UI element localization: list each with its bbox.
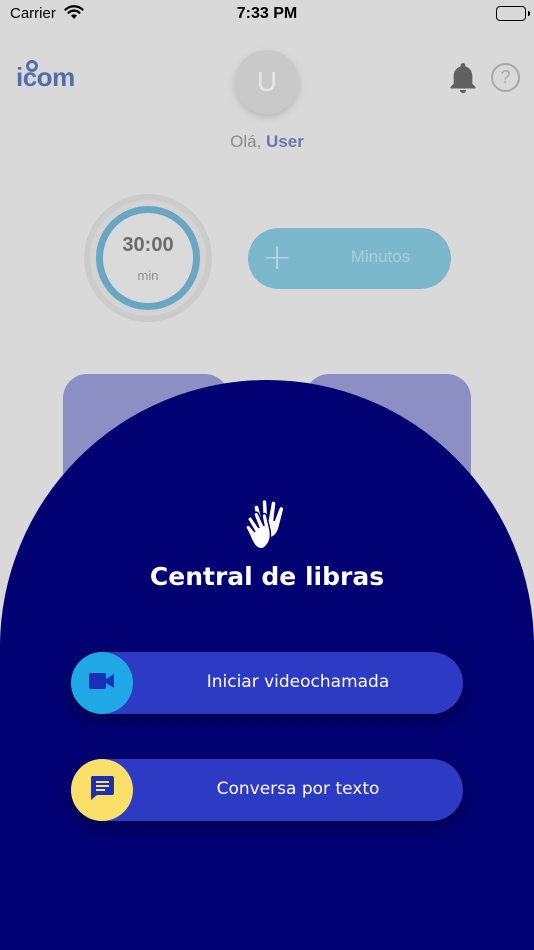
help-icon[interactable]: ? <box>491 63 520 92</box>
timer-value: 30:00 <box>122 234 174 256</box>
user-avatar[interactable]: U <box>235 50 299 114</box>
sign-language-hands-icon <box>244 498 290 552</box>
app-logo: icom <box>16 60 75 93</box>
user-name: User <box>266 132 304 151</box>
avatar-initial: U <box>256 66 278 97</box>
battery-icon <box>496 6 530 21</box>
logo-text: icom <box>16 62 75 92</box>
chat-bubble <box>71 759 133 821</box>
timer-unit: min <box>137 268 159 283</box>
add-minutes-label: Minutos <box>350 247 411 266</box>
add-minutes-button[interactable]: + Minutos <box>248 228 451 289</box>
greeting-prefix: Olá, <box>230 132 262 151</box>
text-chat-label: Conversa por texto <box>216 779 380 799</box>
text-chat-button[interactable]: Conversa por texto <box>71 759 463 821</box>
start-video-call-label: Iniciar videochamada <box>206 672 390 692</box>
start-video-call-button[interactable]: Iniciar videochamada <box>71 652 463 714</box>
video-camera-icon <box>89 672 115 694</box>
status-time: 7:33 PM <box>236 5 298 22</box>
status-bar: Carrier 7:33 PM <box>0 0 534 28</box>
sheet-title: Central de libras <box>149 562 385 591</box>
plus-icon: + <box>262 237 293 278</box>
greeting: Olá, User <box>0 132 534 152</box>
bell-icon[interactable] <box>446 62 480 100</box>
timer-progress-ring <box>96 206 200 310</box>
chat-message-icon <box>88 774 116 806</box>
video-bubble <box>71 652 133 714</box>
logo-dot-icon <box>26 60 38 72</box>
